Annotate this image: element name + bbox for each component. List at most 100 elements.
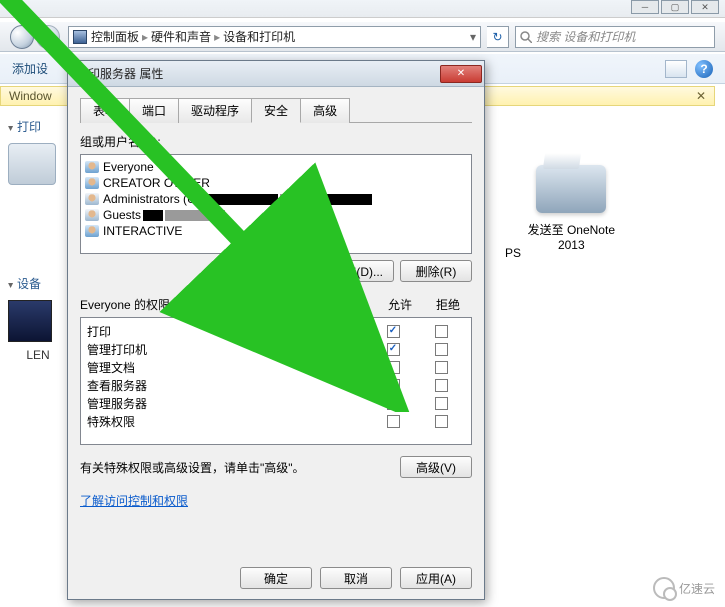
cancel-button[interactable]: 取消 [320, 567, 392, 589]
checkbox-deny[interactable] [435, 361, 448, 374]
group-icon [85, 225, 99, 237]
permission-name: 管理打印机 [87, 341, 369, 358]
remove-user-button[interactable]: 删除(R) [400, 260, 472, 282]
permission-row: 管理打印机 [87, 340, 465, 358]
dialog-title: 打印服务器 属性 [76, 65, 163, 82]
permissions-table: 打印管理打印机管理文档查看服务器管理服务器特殊权限 [80, 317, 472, 445]
tab-安全[interactable]: 安全 [251, 98, 301, 123]
checkbox-allow[interactable] [387, 379, 400, 392]
redacted-text [312, 194, 372, 205]
window-maximize-button[interactable]: ▢ [661, 0, 689, 14]
sidebar-section-printers[interactable]: ▸打印 [8, 118, 68, 135]
user-label: Guests [103, 208, 141, 222]
redacted-text [280, 194, 310, 205]
search-input[interactable]: 搜索 设备和打印机 [515, 26, 715, 48]
permission-row: 查看服务器 [87, 376, 465, 394]
user-row[interactable]: INTERACTIVE [85, 223, 467, 239]
print-server-properties-dialog: 打印服务器 属性 ✕ 表单端口驱动程序安全高级 组或用户名(G): Everyo… [67, 60, 485, 600]
permission-row: 管理服务器 [87, 394, 465, 412]
group-icon [85, 161, 99, 173]
users-listbox[interactable]: Everyone CREATOR OWNER Administrators (U Gu… [80, 154, 472, 254]
checkbox-deny[interactable] [435, 343, 448, 356]
add-user-button[interactable]: 添加(D)... [321, 260, 394, 282]
permissions-for-label: Everyone 的权限(P) [80, 296, 186, 313]
redacted-text [165, 210, 225, 221]
printer-item-onenote[interactable]: 发送至 OneNote2013 [528, 165, 615, 252]
tab-高级[interactable]: 高级 [300, 98, 350, 123]
user-row[interactable]: Everyone [85, 159, 467, 175]
permission-row: 特殊权限 [87, 412, 465, 430]
breadcrumb-part[interactable]: 硬件和声音 [151, 28, 211, 45]
watermark: 亿速云 [653, 577, 715, 599]
ps-label: PS [505, 246, 521, 260]
group-users-label: 组或用户名(G): [80, 133, 472, 150]
window-minimize-button[interactable]: ─ [631, 0, 659, 14]
device-thumb[interactable] [8, 300, 52, 342]
tab-表单[interactable]: 表单 [80, 98, 130, 123]
tab-驱动程序[interactable]: 驱动程序 [178, 98, 252, 123]
user-row[interactable]: Administrators (U [85, 191, 467, 207]
search-placeholder: 搜索 设备和打印机 [536, 28, 635, 45]
group-icon [85, 177, 99, 189]
view-options-button[interactable] [665, 60, 687, 78]
user-row[interactable]: Guests [85, 207, 467, 223]
user-label: INTERACTIVE [103, 224, 182, 238]
back-button[interactable] [10, 25, 34, 49]
breadcrumb-part[interactable]: 设备和打印机 [223, 28, 295, 45]
watermark-icon [653, 577, 675, 599]
permission-name: 管理服务器 [87, 395, 369, 412]
checkbox-allow[interactable] [387, 397, 400, 410]
checkbox-deny[interactable] [435, 379, 448, 392]
permission-row: 管理文档 [87, 358, 465, 376]
checkbox-allow[interactable] [387, 325, 400, 338]
window-close-button[interactable]: ✕ [691, 0, 719, 14]
checkbox-deny[interactable] [435, 325, 448, 338]
dialog-close-button[interactable]: ✕ [440, 65, 482, 83]
column-allow: 允许 [376, 296, 424, 313]
permission-row: 打印 [87, 322, 465, 340]
learn-access-control-link[interactable]: 了解访问控制和权限 [80, 492, 188, 509]
checkbox-allow[interactable] [387, 415, 400, 428]
address-bar[interactable]: 控制面板 ▸ 硬件和声音 ▸ 设备和打印机 ▾ [68, 26, 481, 48]
user-label: Everyone [103, 160, 154, 174]
user-icon [85, 209, 99, 221]
window-title-bar: ─ ▢ ✕ [0, 0, 725, 18]
search-icon [520, 31, 532, 43]
ok-button[interactable]: 确定 [240, 567, 312, 589]
breadcrumb-sep: ▸ [142, 30, 148, 44]
breadcrumb-part[interactable]: 控制面板 [91, 28, 139, 45]
location-icon [73, 30, 87, 44]
sidebar: ▸打印 ▸设备 LEN [8, 112, 68, 362]
tab-端口[interactable]: 端口 [129, 98, 179, 123]
dialog-title-bar[interactable]: 打印服务器 属性 ✕ [68, 61, 484, 87]
printer-thumb[interactable] [8, 143, 56, 185]
user-row[interactable]: CREATOR OWNER [85, 175, 467, 191]
redacted-text [143, 210, 163, 221]
breadcrumb-sep: ▸ [214, 30, 220, 44]
checkbox-deny[interactable] [435, 415, 448, 428]
info-bar-text: Window [9, 89, 52, 103]
permission-name: 管理文档 [87, 359, 369, 376]
permission-name: 查看服务器 [87, 377, 369, 394]
permission-name: 特殊权限 [87, 413, 369, 430]
user-label: Administrators (U [103, 192, 196, 206]
printer-icon [536, 165, 606, 213]
info-bar-close[interactable]: ✕ [696, 89, 706, 103]
checkbox-allow[interactable] [387, 361, 400, 374]
device-label: LEN [8, 348, 68, 362]
nav-bar: 控制面板 ▸ 硬件和声音 ▸ 设备和打印机 ▾ ↻ 搜索 设备和打印机 [0, 22, 725, 52]
help-button[interactable]: ? [695, 60, 713, 78]
forward-button[interactable] [36, 25, 60, 49]
refresh-button[interactable]: ↻ [487, 26, 509, 48]
permission-name: 打印 [87, 323, 369, 340]
apply-button[interactable]: 应用(A) [400, 567, 472, 589]
checkbox-allow[interactable] [387, 343, 400, 356]
sidebar-section-devices[interactable]: ▸设备 [8, 275, 68, 292]
checkbox-deny[interactable] [435, 397, 448, 410]
tab-strip: 表单端口驱动程序安全高级 [80, 97, 472, 123]
dropdown-icon[interactable]: ▾ [470, 30, 476, 44]
user-label: CREATOR OWNER [103, 176, 210, 190]
advanced-button[interactable]: 高级(V) [400, 456, 472, 478]
column-deny: 拒绝 [424, 296, 472, 313]
add-device-button[interactable]: 添加设 [12, 60, 48, 77]
